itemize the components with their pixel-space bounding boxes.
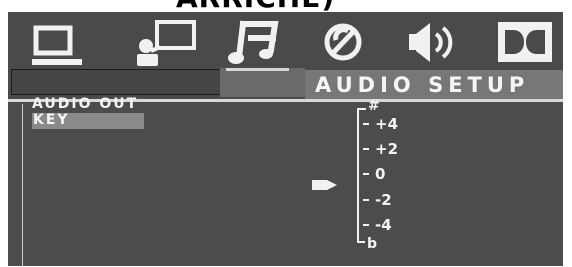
- menu-item-key[interactable]: KEY: [32, 113, 144, 129]
- page-title: AUDIO SETUP: [315, 73, 530, 97]
- menu-item-audio-out[interactable]: AUDIO OUT: [32, 97, 138, 112]
- key-value-label: 0: [375, 165, 386, 183]
- computer-icon[interactable]: [31, 25, 101, 70]
- key-value-label: +2: [375, 140, 399, 158]
- scale-top-cap: [357, 108, 366, 110]
- key-value-label: -4: [375, 216, 392, 234]
- key-value-label: +4: [375, 115, 399, 133]
- flat-label: b: [367, 236, 378, 252]
- selected-tab-underline: [226, 68, 289, 71]
- tick-mark: [363, 123, 369, 125]
- key-scale: # +4 +2 0 -2 -4 b: [347, 98, 419, 252]
- double-d-icon[interactable]: [497, 20, 555, 66]
- music-note-icon[interactable]: [227, 20, 279, 68]
- audio-setup-screen: ARRICHE) AUDIO SETUP: [0, 0, 572, 267]
- key-value-label: -2: [375, 191, 392, 209]
- key-value-plus-2[interactable]: +2: [355, 142, 409, 158]
- round-knob-icon[interactable]: [323, 20, 367, 64]
- tick-mark: [363, 148, 369, 150]
- tick-mark: [363, 224, 369, 226]
- key-value-minus-4[interactable]: -4: [355, 218, 409, 234]
- tick-mark: [363, 173, 369, 175]
- selected-value-pointer: [312, 176, 338, 190]
- scale-bottom-cap: [357, 241, 365, 243]
- key-value-minus-2[interactable]: -2: [355, 193, 409, 209]
- key-value-plus-4[interactable]: +4: [355, 117, 409, 133]
- sharp-label: #: [368, 98, 380, 114]
- left-tab-group: [11, 69, 222, 95]
- speaker-icon[interactable]: [405, 20, 469, 66]
- tick-mark: [363, 199, 369, 201]
- user-monitor-icon[interactable]: [133, 20, 203, 68]
- key-value-zero[interactable]: 0: [355, 167, 409, 183]
- selected-tab-base: [220, 68, 305, 97]
